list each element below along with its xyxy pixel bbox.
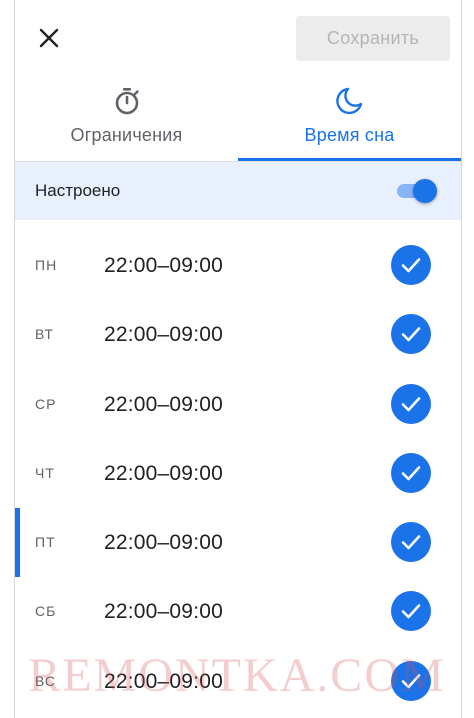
configured-toggle[interactable] bbox=[395, 179, 437, 203]
day-checkbox[interactable] bbox=[391, 591, 431, 631]
timer-icon bbox=[115, 88, 139, 115]
configured-setting-row[interactable]: Настроено bbox=[15, 162, 461, 220]
check-icon bbox=[401, 535, 421, 550]
day-time[interactable]: 22:00–09:00 bbox=[104, 300, 223, 369]
check-icon bbox=[401, 258, 421, 273]
close-button[interactable] bbox=[33, 22, 65, 54]
day-time[interactable]: 22:00–09:00 bbox=[104, 508, 223, 577]
tab-sleep-time-label: Время сна bbox=[304, 125, 395, 145]
configured-label: Настроено bbox=[35, 181, 121, 200]
check-icon bbox=[401, 604, 421, 619]
day-checkbox[interactable] bbox=[391, 522, 431, 562]
check-icon bbox=[401, 674, 421, 689]
save-button[interactable]: Сохранить bbox=[296, 16, 450, 61]
active-tab-indicator bbox=[238, 158, 461, 161]
check-icon bbox=[401, 397, 421, 412]
day-abbr: ПН bbox=[35, 257, 58, 273]
day-time[interactable]: 22:00–09:00 bbox=[104, 439, 223, 508]
day-time[interactable]: 22:00–09:00 bbox=[104, 577, 223, 646]
tab-limits-label: Ограничения bbox=[70, 125, 183, 145]
close-icon bbox=[39, 28, 59, 48]
day-row-wed[interactable]: СР 22:00–09:00 bbox=[15, 370, 461, 439]
day-checkbox[interactable] bbox=[391, 245, 431, 285]
day-checkbox[interactable] bbox=[391, 384, 431, 424]
tab-limits[interactable]: Ограничения bbox=[15, 76, 238, 162]
day-row-mon[interactable]: ПН 22:00–09:00 bbox=[15, 231, 461, 300]
day-time[interactable]: 22:00–09:00 bbox=[104, 370, 223, 439]
toggle-thumb bbox=[413, 179, 437, 203]
tab-bar: Ограничения Время сна bbox=[15, 76, 461, 162]
day-abbr: СБ bbox=[35, 603, 57, 619]
check-icon bbox=[401, 327, 421, 342]
day-row-thu[interactable]: ЧТ 22:00–09:00 bbox=[15, 439, 461, 508]
check-icon bbox=[401, 466, 421, 481]
day-checkbox[interactable] bbox=[391, 661, 431, 701]
day-abbr: ВС bbox=[35, 673, 56, 689]
day-checkbox[interactable] bbox=[391, 453, 431, 493]
day-abbr: ЧТ bbox=[35, 465, 55, 481]
day-time[interactable]: 22:00–09:00 bbox=[104, 231, 223, 300]
day-abbr: ПТ bbox=[35, 534, 56, 550]
day-row-tue[interactable]: ВТ 22:00–09:00 bbox=[15, 300, 461, 369]
day-row-fri[interactable]: ПТ 22:00–09:00 bbox=[15, 508, 461, 577]
day-row-sun[interactable]: ВС 22:00–09:00 bbox=[15, 647, 461, 716]
app-frame: Сохранить Ограничения Время сна Настроен… bbox=[14, 0, 462, 718]
day-abbr: СР bbox=[35, 396, 57, 412]
tab-sleep-time[interactable]: Время сна bbox=[238, 76, 461, 162]
day-abbr: ВТ bbox=[35, 326, 54, 342]
top-bar: Сохранить bbox=[15, 0, 461, 76]
moon-icon bbox=[335, 87, 362, 115]
day-time[interactable]: 22:00–09:00 bbox=[104, 647, 223, 716]
day-row-sat[interactable]: СБ 22:00–09:00 bbox=[15, 577, 461, 646]
day-checkbox[interactable] bbox=[391, 314, 431, 354]
